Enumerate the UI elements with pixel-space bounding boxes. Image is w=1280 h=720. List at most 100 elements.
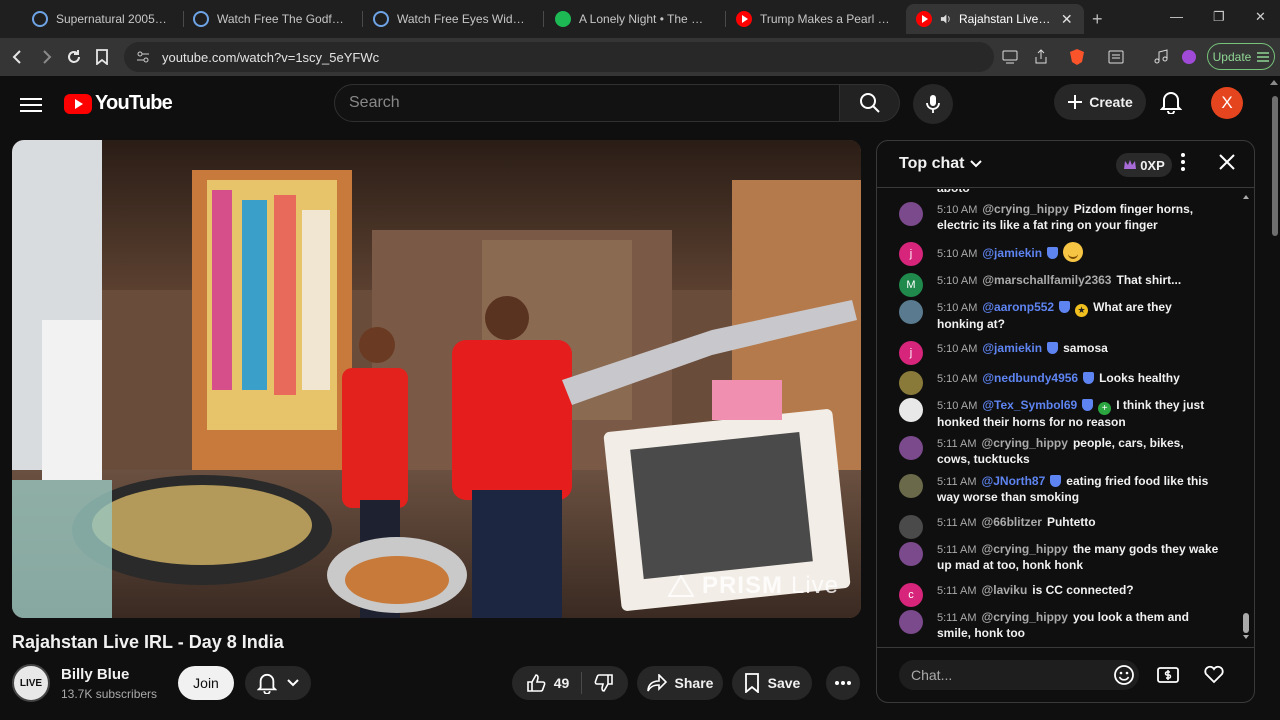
message-author[interactable]: @jamiekin <box>982 341 1042 355</box>
reload-icon[interactable] <box>64 47 84 67</box>
update-button[interactable]: Update <box>1207 43 1275 70</box>
new-tab-icon[interactable]: + <box>1092 9 1103 30</box>
user-avatar[interactable] <box>899 515 923 539</box>
dislike-button[interactable] <box>594 673 614 693</box>
page-scrollbar-thumb[interactable] <box>1272 96 1278 236</box>
search-input[interactable] <box>334 84 840 122</box>
user-avatar[interactable] <box>899 398 923 422</box>
chat-title-label: Top chat <box>899 155 965 172</box>
browser-tab[interactable]: Trump Makes a Pearl Harb <box>726 4 902 34</box>
message-author[interactable]: @JNorth87 <box>982 474 1046 488</box>
chat-message: 5:10 AM @crying_hippy Pizdom finger horns,… <box>899 202 1219 233</box>
chat-mode-selector[interactable]: Top chat <box>899 155 983 173</box>
moderator-shield-icon <box>1047 342 1059 354</box>
message-author[interactable]: @crying_hippy <box>982 202 1068 216</box>
message-author[interactable]: @66blitzer <box>982 515 1042 529</box>
browser-tab-active[interactable]: Rajahstan Live IRL ✕ <box>906 4 1084 34</box>
chat-input[interactable] <box>899 660 1139 690</box>
message-text: aboto <box>937 189 970 195</box>
share-label: Share <box>674 675 714 691</box>
channel-avatar[interactable]: LIVE <box>12 664 50 702</box>
user-avatar[interactable] <box>899 371 923 395</box>
user-avatar[interactable] <box>899 474 923 498</box>
chat-options-icon[interactable] <box>1181 153 1185 176</box>
message-time: 5:11 AM <box>937 476 977 488</box>
join-button[interactable]: Join <box>178 666 234 700</box>
browser-tab[interactable]: Watch Free The Godfather <box>183 4 359 34</box>
channel-name[interactable]: Billy Blue <box>61 666 129 683</box>
forward-icon[interactable] <box>36 47 56 67</box>
bell-icon <box>257 673 277 694</box>
heart-icon[interactable] <box>1203 664 1225 689</box>
close-window-icon[interactable]: ✕ <box>1255 9 1266 25</box>
share-button[interactable]: Share <box>637 666 723 700</box>
user-avatar[interactable]: j <box>899 242 923 266</box>
vpn-extension-icon[interactable] <box>1179 47 1199 67</box>
user-avatar[interactable] <box>899 436 923 460</box>
close-tab-icon[interactable]: ✕ <box>1059 11 1074 27</box>
youtube-masthead: YouTube Create X <box>0 76 1280 132</box>
globe-icon <box>373 11 389 27</box>
voice-search-button[interactable] <box>913 84 953 124</box>
xp-badge[interactable]: 0XP <box>1116 153 1172 177</box>
page-scroll-up-icon[interactable] <box>1270 80 1278 85</box>
emoji-picker-icon[interactable] <box>1113 664 1135 691</box>
brave-shield-icon[interactable] <box>1067 47 1087 67</box>
share-page-icon[interactable] <box>1031 47 1051 67</box>
notifications-bell-icon[interactable] <box>1159 90 1183 119</box>
save-button[interactable]: Save <box>732 666 812 700</box>
tab-divider <box>543 11 544 27</box>
hamburger-menu-icon[interactable] <box>20 94 42 114</box>
chat-input-area <box>877 647 1254 702</box>
create-button[interactable]: Create <box>1054 84 1146 120</box>
message-author[interactable]: @crying_hippy <box>982 610 1068 624</box>
message-time: 5:11 AM <box>937 544 977 556</box>
message-author[interactable]: @Tex_Symbol69 <box>982 398 1077 412</box>
like-button[interactable]: 49 <box>526 673 569 693</box>
user-avatar[interactable]: c <box>899 583 923 607</box>
close-chat-icon[interactable] <box>1218 153 1236 176</box>
member-plus-icon: + <box>1098 402 1112 415</box>
message-author[interactable]: @crying_hippy <box>982 436 1068 450</box>
user-avatar[interactable] <box>899 542 923 566</box>
chat-scrollbar-thumb[interactable] <box>1243 613 1249 633</box>
reader-mode-icon[interactable] <box>1106 47 1126 67</box>
back-icon[interactable] <box>8 47 28 67</box>
message-author[interactable]: @aaronp552 <box>982 300 1054 314</box>
chat-header: Top chat 0XP <box>877 141 1254 188</box>
bookmark-icon[interactable] <box>92 47 112 67</box>
user-avatar[interactable] <box>899 300 923 324</box>
browser-tab[interactable]: Watch Free Eyes Wide Shu <box>363 4 541 34</box>
cast-icon[interactable] <box>1000 47 1020 67</box>
message-author[interactable]: @nedbundy4956 <box>982 371 1078 385</box>
subscription-notify-button[interactable] <box>245 666 311 700</box>
user-avatar[interactable] <box>899 202 923 226</box>
chat-scrollbar[interactable] <box>1242 193 1250 641</box>
youtube-logo[interactable]: YouTube <box>64 92 173 115</box>
message-time: 5:10 AM <box>937 343 978 355</box>
video-player[interactable]: PRISM Live <box>12 140 861 618</box>
maximize-icon[interactable]: ❐ <box>1213 9 1225 25</box>
site-info-icon[interactable] <box>136 50 150 64</box>
message-author[interactable]: @marschallfamily2363 <box>982 273 1111 287</box>
message-author[interactable]: @laviku <box>982 583 1028 597</box>
xp-value: 0XP <box>1140 157 1165 173</box>
super-chat-icon[interactable] <box>1157 664 1179 691</box>
account-avatar[interactable]: X <box>1211 87 1243 119</box>
chat-message-list[interactable]: aboto 5:10 AM@crying_hippyPizdom finger … <box>877 189 1254 647</box>
message-author[interactable]: @jamiekin <box>982 246 1042 260</box>
media-control-icon[interactable] <box>1151 47 1171 67</box>
address-bar[interactable]: youtube.com/watch?v=1scy_5eYFWc <box>124 42 994 72</box>
browser-tab[interactable]: A Lonely Night • The Week <box>545 4 723 34</box>
user-avatar[interactable]: j <box>899 341 923 365</box>
minimize-icon[interactable]: — <box>1170 9 1183 24</box>
search-button[interactable] <box>840 84 900 122</box>
moderator-shield-icon <box>1050 475 1062 487</box>
more-actions-button[interactable] <box>826 666 860 700</box>
logo-wordmark: YouTube <box>95 92 173 114</box>
browser-tab[interactable]: Supernatural 2005 watch fr <box>22 4 180 34</box>
user-avatar[interactable] <box>899 610 923 634</box>
message-author[interactable]: @crying_hippy <box>982 542 1068 556</box>
user-avatar[interactable]: M <box>899 273 923 297</box>
chat-message: 5:11 AM @66blitzer Puhtetto <box>899 515 1219 539</box>
